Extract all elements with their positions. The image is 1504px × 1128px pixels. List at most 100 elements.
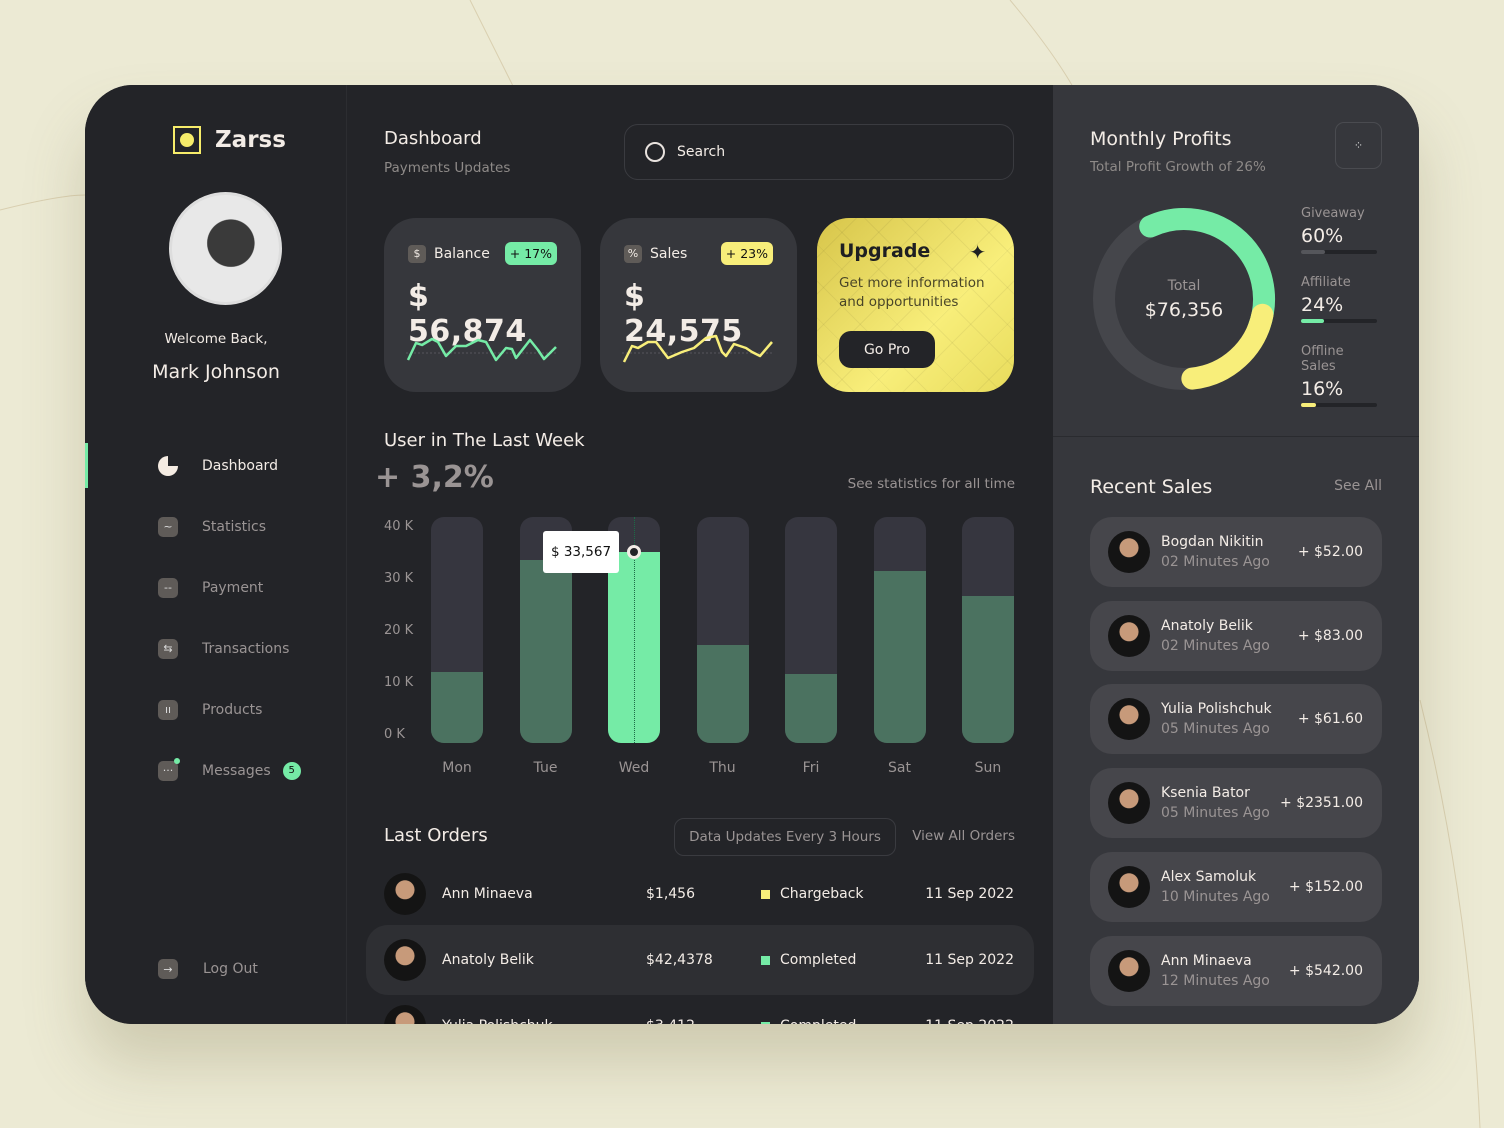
legend-progress-bar <box>1301 319 1377 323</box>
order-date: 11 Sep 2022 <box>925 952 1014 968</box>
donut-total-value: $76,356 <box>1144 299 1224 321</box>
monthly-profits-title: Monthly Profits <box>1090 128 1232 150</box>
legend-progress-bar <box>1301 250 1377 254</box>
order-status: Chargeback <box>761 886 864 902</box>
order-row[interactable]: Ann Minaeva $1,456 Chargeback 11 Sep 202… <box>366 859 1034 929</box>
x-tick-label: Fri <box>802 760 820 776</box>
sidebar: Zarss Welcome Back, Mark Johnson Dashboa… <box>85 85 347 1024</box>
y-tick-label: 40 K <box>384 519 414 534</box>
recent-sale-item[interactable]: Ann Minaeva 12 Minutes Ago + $542.00 <box>1090 935 1382 1006</box>
sidebar-item-label: Payment <box>202 579 264 596</box>
x-tick-label: Sun <box>974 760 1002 776</box>
recent-sale-item[interactable]: Anatoly Belik 02 Minutes Ago + $83.00 <box>1090 600 1382 671</box>
sidebar-item-messages[interactable]: ··· Messages 5 <box>85 740 347 801</box>
balance-card[interactable]: $ Balance + 17% $ 56,874 <box>384 218 581 392</box>
recent-sale-item[interactable]: Alex Samoluk 10 Minutes Ago + $152.00 <box>1090 851 1382 922</box>
order-status-label: Chargeback <box>780 886 864 902</box>
welcome-text: Welcome Back, <box>164 331 268 347</box>
view-all-orders-link[interactable]: View All Orders <box>912 828 1015 844</box>
sidebar-item-payment[interactable]: -- Payment <box>85 557 347 618</box>
order-status: Completed <box>761 1018 856 1024</box>
search-placeholder: Search <box>677 144 726 160</box>
logout-label: Log Out <box>203 961 258 977</box>
order-row[interactable]: Yulia Polishchuk $3,412 Completed 11 Sep… <box>366 991 1034 1024</box>
logout-button[interactable]: → Log Out <box>158 959 258 979</box>
bar-fill <box>873 571 926 743</box>
order-date: 11 Sep 2022 <box>925 1018 1014 1024</box>
go-pro-button[interactable]: Go Pro <box>839 331 935 368</box>
sidebar-item-label: Dashboard <box>202 457 278 474</box>
sidebar-item-dashboard[interactable]: Dashboard <box>85 435 347 496</box>
order-status: Completed <box>761 952 856 968</box>
sale-time: 05 Minutes Ago <box>1161 721 1270 738</box>
order-customer: Yulia Polishchuk <box>442 1018 553 1024</box>
sale-customer: Bogdan Nikitin <box>1161 534 1264 550</box>
legend-progress-fill <box>1301 250 1326 254</box>
sales-change-badge: + 23% <box>720 242 773 265</box>
sparkle-icon: ✦ <box>969 240 986 264</box>
status-square-icon <box>761 955 770 965</box>
chart-tooltip: $ 33,567 <box>543 530 619 573</box>
chat-bubble-icon: ··· <box>158 757 180 781</box>
dots-icon: ⁘ <box>1353 140 1364 152</box>
order-customer: Ann Minaeva <box>442 886 533 902</box>
user-avatar[interactable] <box>169 192 282 305</box>
legend-item: Giveaway 60% <box>1301 206 1377 254</box>
bar-fri[interactable] <box>785 517 837 743</box>
recent-sale-item[interactable]: Ksenia Bator 05 Minutes Ago + $2351.00 <box>1090 768 1382 839</box>
sale-avatar <box>1108 865 1150 908</box>
users-chart-title: User in The Last Week <box>384 430 585 451</box>
search-icon <box>645 142 665 162</box>
search-input[interactable]: Search <box>624 124 1014 180</box>
sidebar-item-statistics[interactable]: ~ Statistics <box>85 496 347 557</box>
recent-sale-item[interactable]: Bogdan Nikitin 02 Minutes Ago + $52.00 <box>1090 517 1382 587</box>
upgrade-card: Upgrade ✦ Get more information and oppor… <box>817 218 1014 392</box>
balance-change-badge: + 17% <box>504 242 557 265</box>
legend-item: Affiliate 24% <box>1301 275 1377 323</box>
sidebar-item-transactions[interactable]: ⇆ Transactions <box>85 618 347 679</box>
users-change: + 3,2% <box>375 460 494 495</box>
percent-icon: % <box>624 244 642 263</box>
more-options-button[interactable]: ⁘ <box>1335 122 1382 169</box>
bar-fill <box>962 595 1014 743</box>
order-row[interactable]: Anatoly Belik $42,4378 Completed 11 Sep … <box>366 925 1034 995</box>
sale-customer: Yulia Polishchuk <box>1161 701 1272 718</box>
logo[interactable]: Zarss <box>173 126 286 154</box>
legend-item: Offline Sales 16% <box>1301 344 1377 407</box>
pie-chart-icon <box>158 455 178 476</box>
dollar-icon: $ <box>408 244 426 263</box>
balance-label: Balance <box>434 245 490 262</box>
legend-value: 16% <box>1301 378 1344 400</box>
sidebar-item-label: Transactions <box>202 640 290 657</box>
x-tick-label: Mon <box>442 760 472 776</box>
sale-time: 12 Minutes Ago <box>1161 972 1270 989</box>
recent-sale-item[interactable]: Yulia Polishchuk 05 Minutes Ago + $61.60 <box>1090 684 1382 755</box>
order-avatar <box>384 939 426 981</box>
order-date: 11 Sep 2022 <box>925 886 1014 902</box>
sales-card[interactable]: % Sales + 23% $ 24,575 <box>600 218 797 392</box>
bar-sun[interactable] <box>962 517 1014 743</box>
logout-arrow-icon: → <box>158 959 178 979</box>
bar-mon[interactable] <box>431 517 483 743</box>
messages-count-badge: 5 <box>282 761 301 780</box>
unread-dot <box>174 757 180 764</box>
right-panel: Monthly Profits Total Profit Growth of 2… <box>1053 85 1419 1024</box>
y-tick-label: 30 K <box>384 571 414 586</box>
sale-amount: + $52.00 <box>1297 544 1363 560</box>
presentation-chart-icon: ~ <box>158 516 178 537</box>
app-window: Zarss Welcome Back, Mark Johnson Dashboa… <box>85 85 1419 1024</box>
sales-sparkline <box>622 334 773 363</box>
page-subtitle: Payments Updates <box>384 160 511 176</box>
see-statistics-link[interactable]: See statistics for all time <box>848 476 1015 492</box>
data-update-pill[interactable]: Data Updates Every 3 Hours <box>674 818 896 856</box>
sidebar-item-label: Messages <box>202 762 271 779</box>
order-avatar <box>384 873 426 915</box>
sidebar-item-label: Statistics <box>202 518 266 535</box>
sale-time: 02 Minutes Ago <box>1161 637 1270 654</box>
sale-amount: + $542.00 <box>1288 962 1363 979</box>
bar-thu[interactable] <box>696 517 749 743</box>
see-all-link[interactable]: See All <box>1334 478 1382 494</box>
sidebar-item-products[interactable]: ıı Products <box>85 679 347 740</box>
bar-sat[interactable] <box>873 517 926 743</box>
y-tick-label: 10 K <box>384 675 414 690</box>
